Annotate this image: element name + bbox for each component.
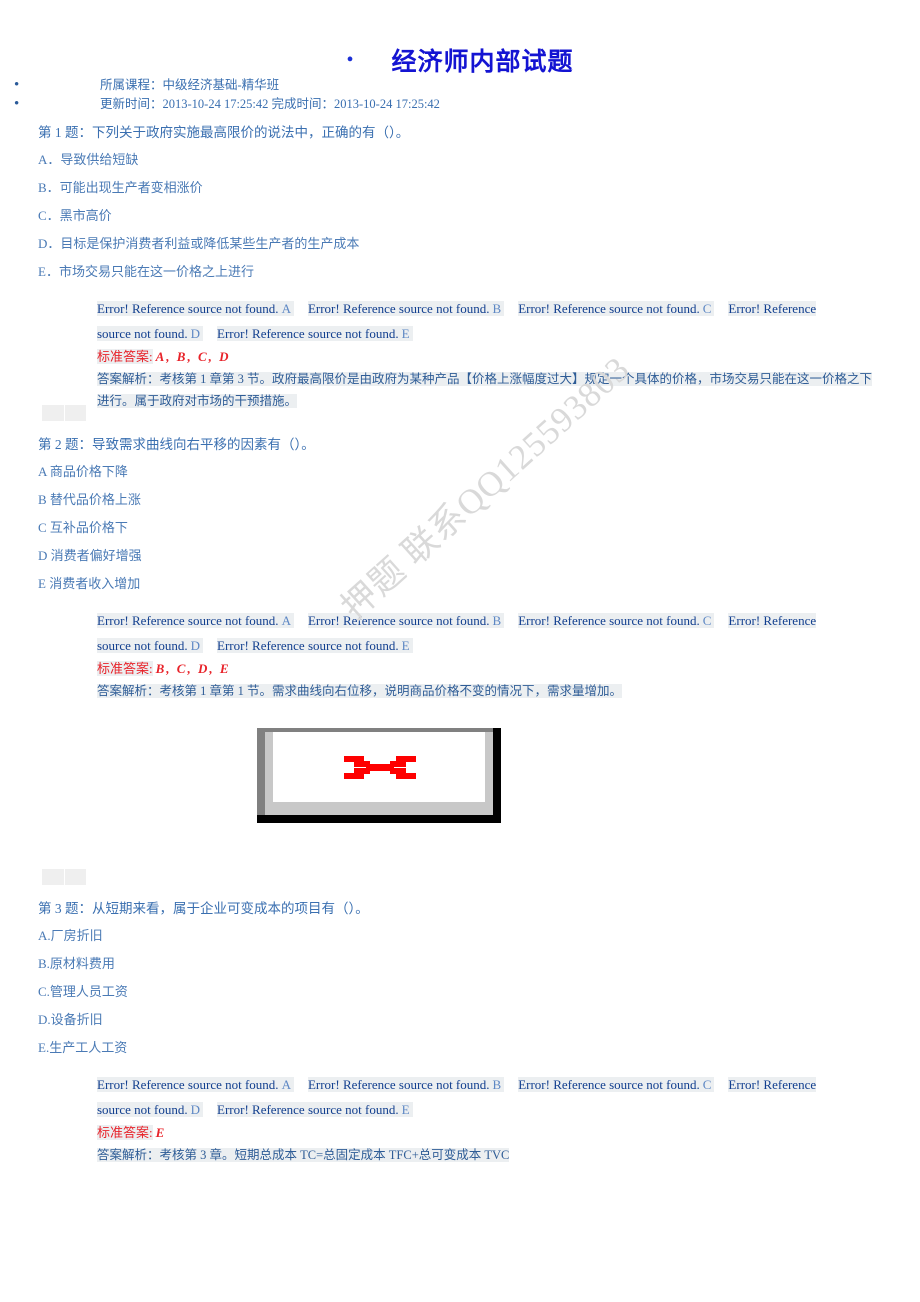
meta-item-course: • 所属课程：中级经济基础-精华班 bbox=[0, 76, 700, 95]
analysis-text: 答案解析：考核第 3 章。短期总成本 TC=总固定成本 TFC+总可变成本 TV… bbox=[97, 1148, 510, 1162]
standard-answer-label: 标准答案: bbox=[97, 661, 153, 676]
error-ref-text: Error! Reference source not found. bbox=[518, 1077, 700, 1092]
question-2-option-a: A 商品价格下降 bbox=[38, 464, 128, 479]
question-2-option-c: C 互补品价格下 bbox=[38, 520, 128, 535]
question-3-option-b: B.原材料费用 bbox=[38, 956, 115, 971]
question-3-analysis: 答案解析：考核第 3 章。短期总成本 TC=总固定成本 TFC+总可变成本 TV… bbox=[97, 1144, 872, 1166]
ref-letter-b: B bbox=[489, 301, 505, 316]
question-1-option-c: C．黑市高价 bbox=[38, 208, 112, 223]
document-page: • 经济师内部试题 • 所属课程：中级经济基础-精华班 • 更新时间：2013-1… bbox=[0, 0, 920, 1302]
error-ref-text: Error! Reference source not found. bbox=[97, 613, 279, 628]
ref-letter-e: E bbox=[398, 326, 413, 341]
placeholder-box-2 bbox=[42, 869, 86, 885]
standard-answer-label: 标准答案: bbox=[97, 349, 153, 364]
bullet-icon: • bbox=[14, 77, 20, 93]
title-bullet-icon: • bbox=[346, 49, 354, 71]
question-2-title: 第 2 题：导致需求曲线向右平移的因素有（）。 bbox=[38, 437, 315, 452]
ref-letter-c: C bbox=[699, 301, 715, 316]
meta-time-text: 更新时间：2013-10-24 17:25:42 完成时间：2013-10-24… bbox=[100, 97, 440, 111]
placeholder-box-1 bbox=[42, 405, 86, 421]
question-2-option-e: E 消费者收入增加 bbox=[38, 576, 141, 591]
error-ref-text: Error! Reference source not found. bbox=[97, 1077, 279, 1092]
question-2-analysis: 答案解析：考核第 1 章第 1 节。需求曲线向右位移，说明商品价格不变的情况下，… bbox=[97, 680, 872, 702]
question-3-option-a: A.厂房折旧 bbox=[38, 928, 103, 943]
ref-letter-e: E bbox=[398, 638, 413, 653]
error-ref-text: Error! Reference source not found. bbox=[307, 613, 490, 628]
analysis-text: 答案解析：考核第 1 章第 3 节。政府最高限价是由政府为某种产品【价格上涨幅度… bbox=[97, 372, 873, 408]
question-2-option-d: D 消费者偏好增强 bbox=[38, 548, 142, 563]
question-3-title: 第 3 题：从短期来看，属于企业可变成本的项目有（）。 bbox=[38, 901, 369, 916]
page-title-text: 经济师内部试题 bbox=[391, 49, 574, 76]
question-1-standard-answer: 标准答案: A, B, C, D bbox=[97, 346, 880, 368]
ref-letter-a: A bbox=[278, 1077, 294, 1092]
error-ref-text: Error! Reference source not found. bbox=[307, 1077, 490, 1092]
ref-letter-d: D bbox=[187, 1102, 204, 1117]
broken-image-x-icon bbox=[344, 756, 416, 779]
ref-letter-c: C bbox=[699, 613, 715, 628]
meta-item-time: • 更新时间：2013-10-24 17:25:42 完成时间：2013-10-… bbox=[0, 95, 700, 114]
question-3-answer-area: Error! Reference source not found. A Error… bbox=[0, 1072, 920, 1166]
ref-letter-b: B bbox=[489, 613, 505, 628]
page-title: • 经济师内部试题 bbox=[0, 42, 920, 78]
analysis-text: 答案解析：考核第 1 章第 1 节。需求曲线向右位移，说明商品价格不变的情况下，… bbox=[97, 684, 623, 698]
error-ref-text: Error! Reference source not found. bbox=[217, 1102, 399, 1117]
question-3-standard-answer: 标准答案: E bbox=[97, 1122, 880, 1144]
standard-answer-value: E bbox=[155, 1125, 167, 1140]
question-1-answer-area: Error! Reference source not found. A Error… bbox=[0, 296, 920, 412]
question-block-1: 第 1 题：下列关于政府实施最高限价的说法中，正确的有（）。 A．导致供给短缺 … bbox=[0, 120, 920, 412]
ref-letter-e: E bbox=[398, 1102, 413, 1117]
ref-letter-a: A bbox=[278, 613, 294, 628]
question-1-reference-errors: Error! Reference source not found. A Error… bbox=[97, 296, 832, 346]
error-ref-text: Error! Reference source not found. bbox=[307, 301, 490, 316]
broken-image-placeholder bbox=[257, 728, 501, 823]
question-1-title: 第 1 题：下列关于政府实施最高限价的说法中，正确的有（）。 bbox=[38, 125, 410, 140]
error-ref-text: Error! Reference source not found. bbox=[217, 326, 399, 341]
ref-letter-d: D bbox=[187, 638, 204, 653]
question-block-3: 第 3 题：从短期来看，属于企业可变成本的项目有（）。 A.厂房折旧 B.原材料… bbox=[0, 896, 920, 1166]
question-2-answer-area: Error! Reference source not found. A Error… bbox=[0, 608, 920, 702]
question-2-reference-errors: Error! Reference source not found. A Error… bbox=[97, 608, 832, 658]
question-3-option-e: E.生产工人工资 bbox=[38, 1040, 128, 1055]
question-2-option-b: B 替代品价格上涨 bbox=[38, 492, 141, 507]
ref-letter-c: C bbox=[699, 1077, 715, 1092]
error-ref-text: Error! Reference source not found. bbox=[97, 301, 279, 316]
question-1-option-a: A．导致供给短缺 bbox=[38, 152, 139, 167]
ref-letter-a: A bbox=[278, 301, 294, 316]
standard-answer-value: B, C, D, E bbox=[155, 661, 231, 676]
question-3-option-c: C.管理人员工资 bbox=[38, 984, 128, 999]
error-ref-text: Error! Reference source not found. bbox=[217, 638, 399, 653]
bullet-icon: • bbox=[14, 96, 20, 112]
error-ref-text: Error! Reference source not found. bbox=[518, 301, 700, 316]
meta-course-text: 所属课程：中级经济基础-精华班 bbox=[100, 78, 280, 92]
question-2-standard-answer: 标准答案: B, C, D, E bbox=[97, 658, 880, 680]
document-meta-list: • 所属课程：中级经济基础-精华班 • 更新时间：2013-10-24 17:2… bbox=[0, 76, 700, 114]
question-1-option-e: E．市场交易只能在这一价格之上进行 bbox=[38, 264, 254, 279]
standard-answer-label: 标准答案: bbox=[97, 1125, 153, 1140]
question-1-option-b: B．可能出现生产者变相涨价 bbox=[38, 180, 203, 195]
standard-answer-value: A, B, C, D bbox=[155, 349, 231, 364]
question-block-2: 第 2 题：导致需求曲线向右平移的因素有（）。 A 商品价格下降 B 替代品价格… bbox=[0, 432, 920, 702]
question-1-analysis: 答案解析：考核第 1 章第 3 节。政府最高限价是由政府为某种产品【价格上涨幅度… bbox=[97, 368, 873, 412]
ref-letter-d: D bbox=[187, 326, 204, 341]
question-3-reference-errors: Error! Reference source not found. A Error… bbox=[97, 1072, 832, 1122]
question-3-option-d: D.设备折旧 bbox=[38, 1012, 103, 1027]
error-ref-text: Error! Reference source not found. bbox=[518, 613, 700, 628]
question-1-option-d: D．目标是保护消费者利益或降低某些生产者的生产成本 bbox=[38, 236, 360, 251]
ref-letter-b: B bbox=[489, 1077, 505, 1092]
